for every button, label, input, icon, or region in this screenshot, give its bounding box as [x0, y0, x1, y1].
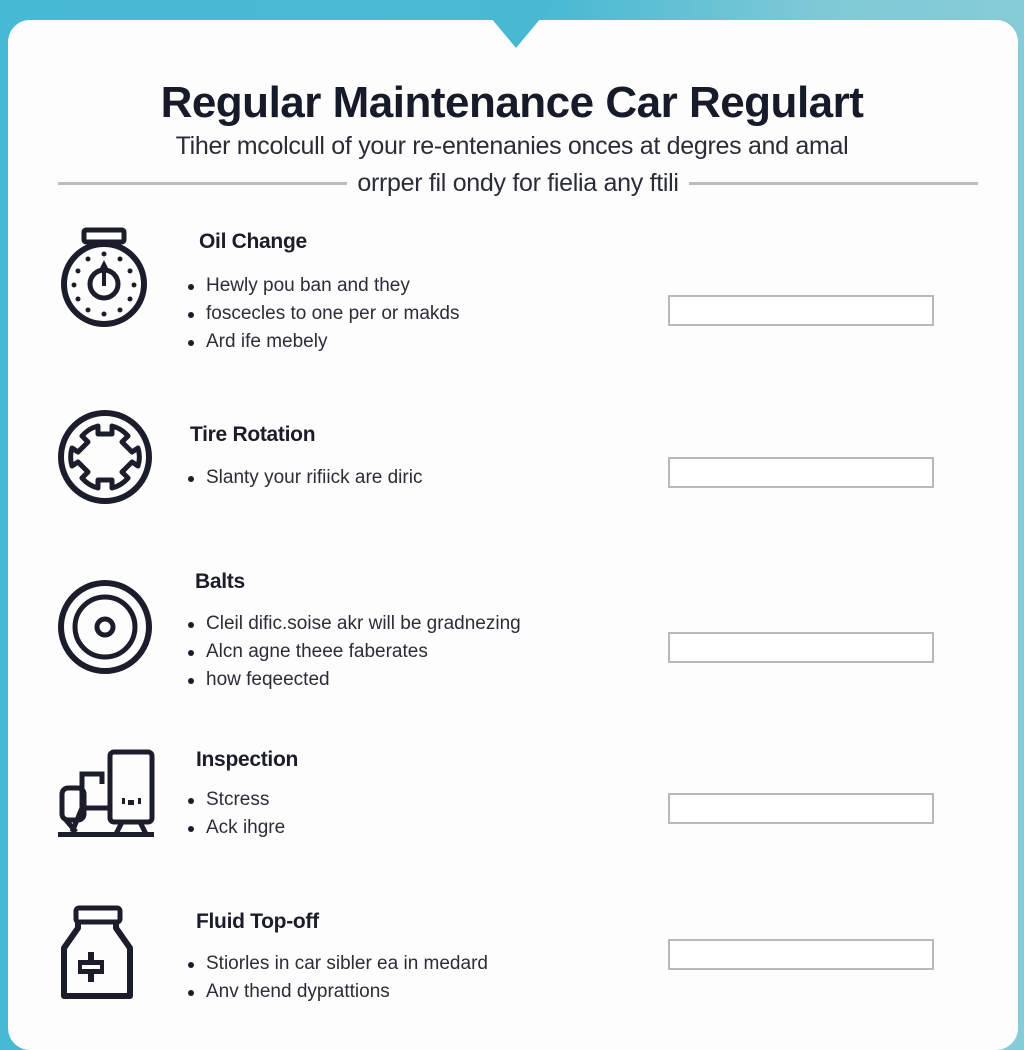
fluid-bottle-icon	[50, 904, 150, 1004]
divider-right	[688, 181, 978, 185]
page-subtitle-line1: Tiher mcolcull of your re-entenanies onc…	[175, 132, 849, 160]
list-item: Alcn agne theee faberates	[186, 638, 521, 666]
list-item: Ack ihgre	[186, 814, 285, 842]
section-title: Tire Rotation	[190, 423, 316, 446]
bullet-list: Cleil dific.soise akr will be gradnezing…	[186, 610, 521, 694]
list-item: Cleil dific.soise akr will be gradnezing	[186, 610, 521, 638]
list-item: Stcress	[186, 786, 285, 814]
bullet-list: Stcress Ack ihgre	[186, 786, 285, 842]
list-item: Anv thend dyprattions	[186, 978, 488, 1006]
list-item: Ard ife mebely	[186, 328, 459, 356]
page-title: Regular Maintenance Car Regulart	[160, 78, 864, 127]
header-notch-decoration	[476, 0, 556, 48]
bullet-list: Stiorles in car sibler ea in medard Anv …	[186, 950, 488, 1006]
fluid-top-off-input[interactable]	[668, 939, 934, 970]
divider-left	[58, 181, 348, 185]
subtitle-divider-row: orrper fil ondy for fielia any ftili	[58, 166, 978, 200]
oil-gauge-icon	[50, 222, 160, 332]
inspection-machines-icon	[52, 742, 162, 852]
section-title: Balts	[195, 570, 245, 593]
balts-input[interactable]	[668, 632, 934, 663]
section-title: Fluid Top-off	[196, 910, 319, 933]
list-item: how feqeected	[186, 666, 521, 694]
inspection-input[interactable]	[668, 793, 934, 824]
section-title: Oil Change	[199, 230, 307, 253]
tire-rotation-input[interactable]	[668, 457, 934, 488]
tire-icon	[52, 402, 162, 512]
page-subtitle-line2: orrper fil ondy for fielia any ftili	[357, 168, 679, 197]
bullet-list: Hewly pou ban and they foscecles to one …	[186, 272, 459, 356]
oil-change-input[interactable]	[668, 295, 934, 326]
target-ring-icon	[50, 572, 160, 682]
list-item: foscecles to one per or makds	[186, 300, 459, 328]
list-item: Hewly pou ban and they	[186, 272, 459, 300]
section-title: Inspection	[196, 748, 299, 771]
bullet-list: Slanty your rifiick are diric	[186, 464, 422, 492]
list-item: Slanty your rifiick are diric	[186, 464, 422, 492]
list-item: Stiorles in car sibler ea in medard	[186, 950, 488, 978]
